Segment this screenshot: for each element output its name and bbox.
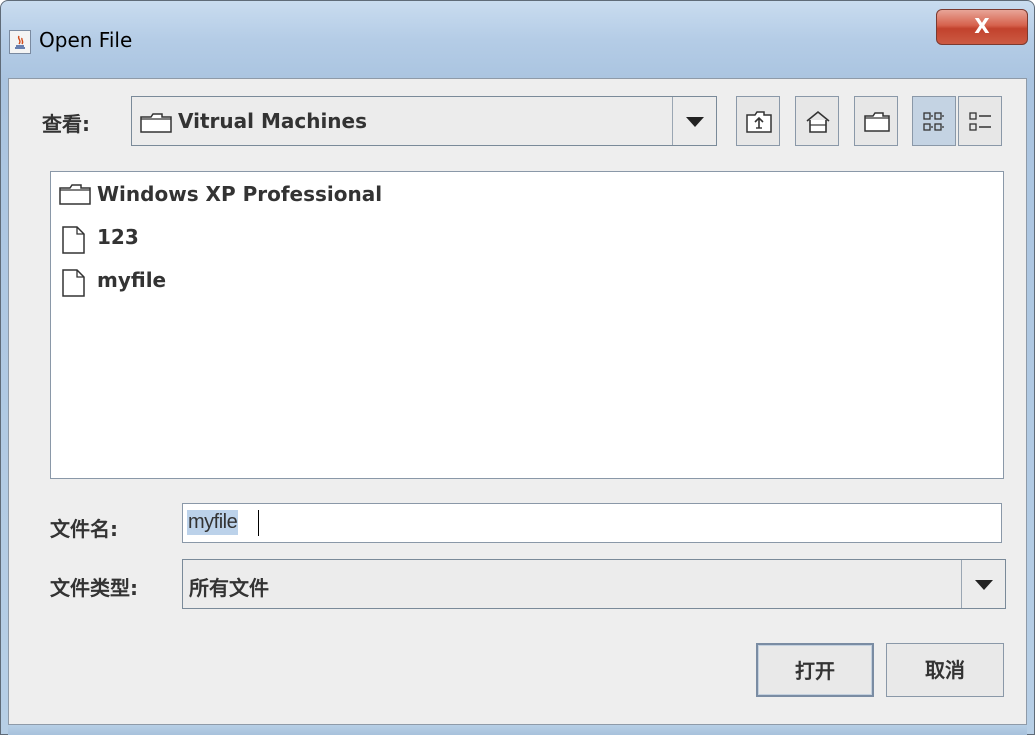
new-folder-icon <box>864 112 890 132</box>
list-view-icon <box>923 112 944 131</box>
look-in-dropdown-button[interactable] <box>672 97 716 145</box>
cancel-button[interactable]: 取消 <box>886 643 1004 697</box>
file-type-combobox[interactable]: 所有文件 <box>182 559 1006 609</box>
open-button[interactable]: 打开 <box>756 643 874 697</box>
home-button[interactable] <box>795 96 839 146</box>
file-name: Windows XP Professional <box>97 182 383 206</box>
window-title: Open File <box>39 28 133 52</box>
folder-icon <box>59 184 91 205</box>
document-icon <box>62 269 85 297</box>
document-icon <box>62 226 85 254</box>
list-view-button[interactable] <box>912 96 956 146</box>
home-icon <box>806 110 830 133</box>
chevron-down-icon <box>975 580 993 590</box>
details-view-button[interactable] <box>958 96 1002 146</box>
file-type-value: 所有文件 <box>189 576 269 600</box>
look-in-value: Vitrual Machines <box>178 109 368 133</box>
up-one-level-button[interactable] <box>736 96 780 146</box>
details-view-icon <box>969 112 991 131</box>
file-list[interactable]: Windows XP Professional 123 myfile <box>50 171 1004 479</box>
text-caret <box>258 510 259 536</box>
file-name: myfile <box>97 268 167 292</box>
file-type-dropdown-button[interactable] <box>961 560 1005 608</box>
folder-icon <box>140 113 172 137</box>
title-bar[interactable]: Open File <box>1 1 1034 81</box>
file-name: 123 <box>97 225 139 249</box>
close-button[interactable]: X <box>936 9 1028 45</box>
look-in-label: 查看: <box>42 112 90 136</box>
file-name-value: myfile <box>187 510 239 535</box>
look-in-combobox[interactable]: Vitrual Machines <box>131 96 717 146</box>
file-name-label: 文件名: <box>50 517 118 541</box>
java-app-icon <box>9 30 31 54</box>
window-bottom-border <box>8 725 1027 735</box>
up-one-level-icon <box>746 111 772 133</box>
chevron-down-icon <box>686 117 704 127</box>
file-type-label: 文件类型: <box>50 576 138 600</box>
file-name-input[interactable]: myfile <box>182 503 1002 543</box>
new-folder-button[interactable] <box>854 96 898 146</box>
